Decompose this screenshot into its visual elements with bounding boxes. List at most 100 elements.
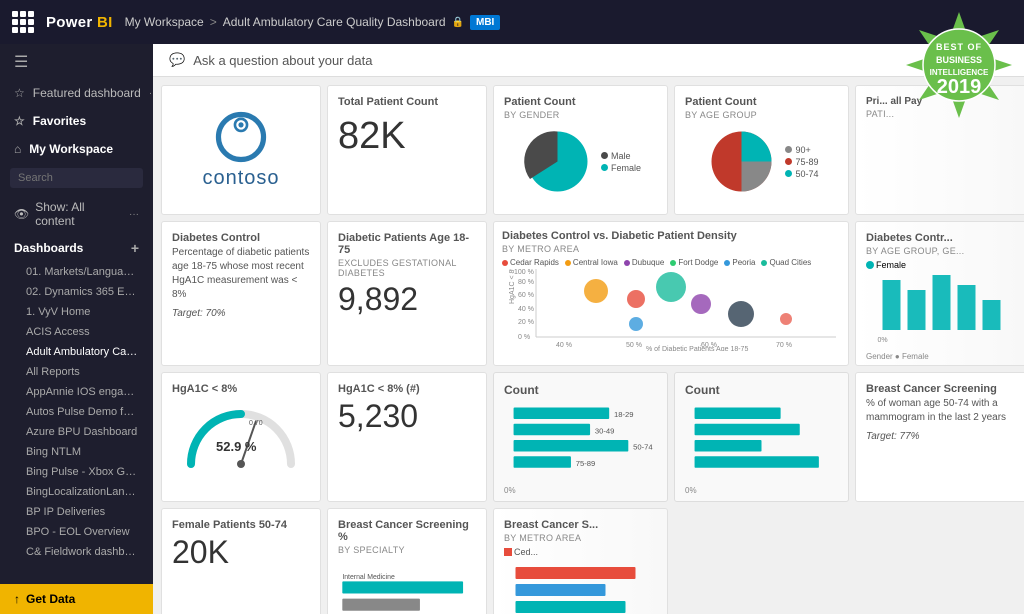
patient-count-gender-title: Patient Count [504, 96, 657, 108]
legend-50-74: 50-74 [785, 169, 818, 179]
hamburger-menu[interactable]: ☰ [0, 44, 153, 80]
metro-legend: Ced... [504, 547, 657, 557]
diabetic-patients-value: 9,892 [338, 282, 476, 317]
diabetes-control-text-card: Diabetes Control Percentage of diabetic … [161, 221, 321, 366]
breadcrumb-separator: > [210, 15, 217, 29]
gender-pie-svg [520, 124, 595, 199]
sidebar-dashboard-item-10[interactable]: Bing Pulse - Xbox Games [0, 462, 153, 482]
sidebar-dashboard-item-3[interactable]: ACIS Access [0, 322, 153, 342]
breast-cancer-metro-card: Breast Cancer S... BY METRO AREA Ced... [493, 508, 668, 614]
sidebar-dashboard-item-6[interactable]: AppAnnie IOS engage... [0, 382, 153, 402]
best-of-badge: BEST OF BUSINESS INTELLIGENCE 2019 [904, 10, 1014, 120]
sidebar-dashboard-item-2[interactable]: 1. VyV Home [0, 302, 153, 322]
legend-item: Dubuque [624, 258, 664, 267]
gauge-container: 0.0 % 100.0 % 52.9 % 0.70 [172, 399, 310, 469]
svg-text:BEST OF: BEST OF [936, 42, 982, 52]
sidebar-dashboard-item-9[interactable]: Bing NTLM [0, 442, 153, 462]
badge-svg: BEST OF BUSINESS INTELLIGENCE 2019 [904, 10, 1014, 120]
contoso-logo: contoso [202, 111, 279, 190]
count-bar-svg-1: 18-29 30-49 50-74 75-89 [504, 401, 657, 481]
patient-count-gender-subtitle: BY GENDER [504, 110, 657, 120]
bubble-chart-subtitle: BY METRO AREA [502, 244, 840, 254]
svg-text:40 %: 40 % [556, 342, 572, 349]
sidebar-dashboard-item-8[interactable]: Azure BPU Dashboard [0, 422, 153, 442]
partial-bar-svg: 0% [866, 270, 1019, 345]
workspace-icon: ⌂ [14, 142, 21, 156]
svg-text:100 %: 100 % [514, 269, 534, 276]
hga1c-gauge-card: HgA1C < 8% 0.0 % 100.0 % 52.9 % [161, 372, 321, 502]
bubble-chart-title: Diabetes Control vs. Diabetic Patient De… [502, 230, 840, 242]
legend-item: Peoria [724, 258, 755, 267]
age75-dot [785, 158, 792, 165]
sidebar-dashboard-item-7[interactable]: Autos Pulse Demo for... [0, 402, 153, 422]
show-all-ellipsis: ··· [129, 209, 139, 220]
lock-icon: 🔒 [452, 17, 464, 28]
breast-cancer-pct-title: Breast Cancer Screening % [338, 519, 476, 543]
workspace-link[interactable]: My Workspace [125, 15, 204, 29]
contoso-text: contoso [202, 167, 279, 190]
content-area: 💬 Ask a question about your data contoso [153, 44, 1024, 614]
breast-cancer-target: Target: 77% [866, 431, 1019, 442]
breast-cancer-desc: % of woman age 50-74 with a mammogram in… [866, 397, 1019, 425]
total-patient-count-title: Total Patient Count [338, 96, 476, 108]
breast-cancer-pct-subtitle: BY SPECIALTY [338, 545, 476, 555]
ask-bar[interactable]: 💬 Ask a question about your data [153, 44, 1024, 77]
partial-legend: Female [866, 260, 1019, 270]
svg-text:80 %: 80 % [518, 279, 534, 286]
svg-text:60 %: 60 % [518, 292, 534, 299]
svg-text:70 %: 70 % [776, 342, 792, 349]
sidebar-dashboard-item-13[interactable]: BPO - EOL Overview [0, 522, 153, 542]
dashboard-link[interactable]: Adult Ambulatory Care Quality Dashboard [223, 15, 446, 29]
age50-dot [785, 170, 792, 177]
main-layout: ☰ ☆ Featured dashboard ··· ☆ Favorites ⌂… [0, 44, 1024, 614]
sidebar-show-all[interactable]: 👁 Show: All content ··· [0, 194, 153, 234]
search-input[interactable] [10, 168, 143, 188]
female-dot [601, 164, 608, 171]
diabetes-control-title: Diabetes Control [172, 232, 310, 244]
count-label-card-1: Count 18-29 30-49 50-74 75-89 0% [493, 372, 668, 502]
sidebar-item-featured[interactable]: ☆ Featured dashboard ··· [0, 80, 153, 106]
gauge-svg: 0.0 % 100.0 % 52.9 % 0.70 [181, 399, 301, 469]
patient-count-age-subtitle: BY AGE GROUP [685, 110, 838, 120]
hga1c-count-title: HgA1C < 8% (#) [338, 383, 476, 395]
add-dashboard-icon[interactable]: + [131, 240, 139, 256]
contoso-logo-card: contoso [161, 85, 321, 215]
sidebar-dashboard-item-14[interactable]: C& Fieldwork dashboard [0, 542, 153, 562]
dashboard-list: 01. Markets/Languages02. Dynamics 365 EO… [0, 262, 153, 562]
diabetes-partial-subtitle: BY AGE GROUP, GE... [866, 246, 1019, 256]
diabetic-patients-title: Diabetic Patients Age 18-75 [338, 232, 476, 256]
contoso-circle-logo [215, 111, 267, 163]
get-data-button[interactable]: ↑ Get Data [0, 584, 153, 614]
eye-icon: 👁 [14, 207, 29, 221]
breast-cancer-metro-subtitle: BY METRO AREA [504, 533, 657, 543]
svg-text:20 %: 20 % [518, 319, 534, 326]
legend-90plus: 90+ [785, 145, 818, 155]
sidebar-dashboard-item-1[interactable]: 02. Dynamics 365 EOL [0, 282, 153, 302]
app-launcher-button[interactable] [12, 11, 34, 33]
sidebar-dashboards-section[interactable]: Dashboards + [0, 234, 153, 262]
svg-text:BUSINESS: BUSINESS [936, 55, 982, 65]
count-axis: 0% [504, 486, 657, 495]
patient-count-age-card: Patient Count BY AGE GROUP 90+ [674, 85, 849, 215]
breast-cancer-pct-card: Breast Cancer Screening % BY SPECIALTY I… [327, 508, 487, 614]
count-axis-2: 0% [685, 486, 838, 495]
gender-legend: Male Female [601, 151, 641, 173]
metro-bar-svg [504, 557, 657, 614]
mbi-badge: MBI [470, 15, 500, 30]
age-pie-svg [704, 124, 779, 199]
sidebar-dashboard-item-0[interactable]: 01. Markets/Languages [0, 262, 153, 282]
breast-cancer-text-card: Breast Cancer Screening % of woman age 5… [855, 372, 1024, 502]
hga1c-count-value: 5,230 [338, 399, 476, 434]
diabetes-control-desc: Percentage of diabetic patients age 18-7… [172, 246, 310, 302]
svg-text:40 %: 40 % [518, 306, 534, 313]
sidebar-dashboard-item-12[interactable]: BP IP Deliveries [0, 502, 153, 522]
sidebar-dashboard-item-5[interactable]: All Reports [0, 362, 153, 382]
sidebar-dashboard-item-4[interactable]: Adult Ambulatory Care... [0, 342, 153, 362]
legend-item: Quad Cities [761, 258, 811, 267]
total-patient-count-card: Total Patient Count 82K [327, 85, 487, 215]
ask-bar-placeholder: Ask a question about your data [193, 53, 372, 68]
count-bar-svg-2 [685, 401, 838, 481]
sidebar-item-favorites[interactable]: ☆ Favorites [0, 106, 153, 134]
sidebar-item-my-workspace[interactable]: ⌂ My Workspace [0, 134, 153, 162]
sidebar-dashboard-item-11[interactable]: BingLocalizationLangu... [0, 482, 153, 502]
